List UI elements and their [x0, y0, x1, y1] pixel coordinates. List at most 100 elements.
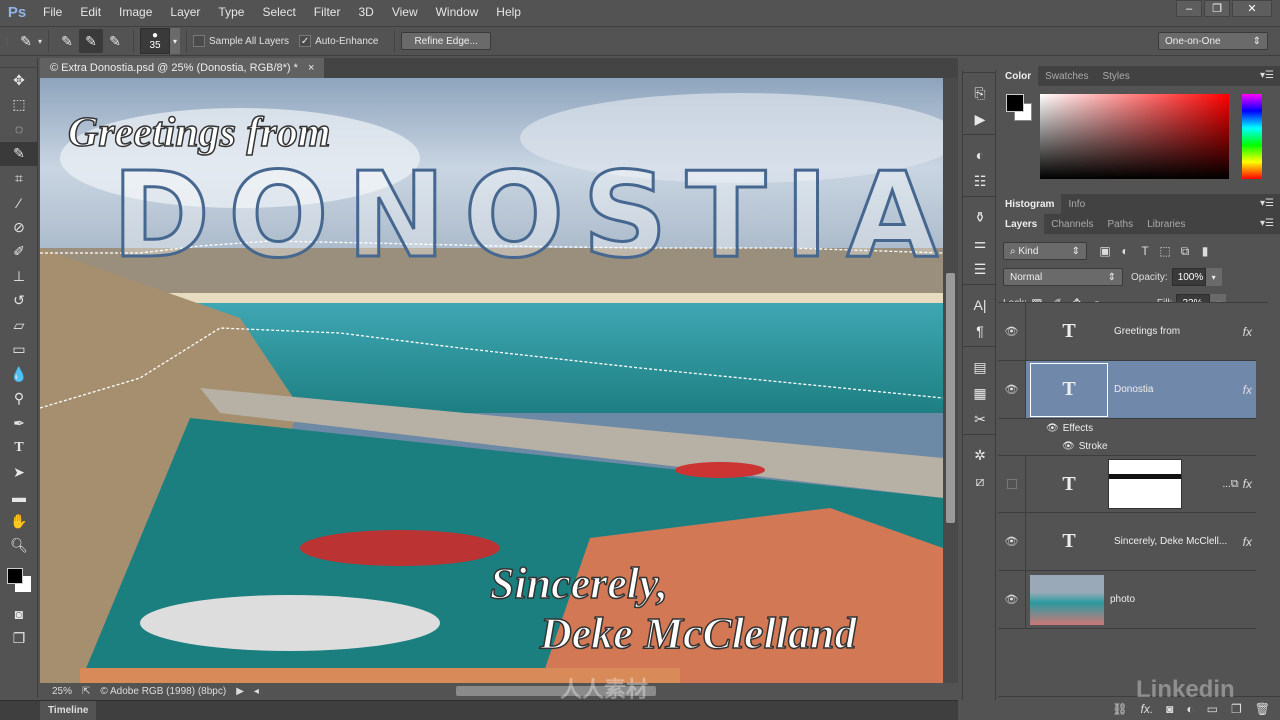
screen-mode-icon[interactable]: ❐ — [0, 627, 38, 652]
dock-grip[interactable] — [963, 196, 995, 204]
filter-smart-object-icon[interactable]: ⧉ — [1175, 244, 1195, 259]
layer-name[interactable]: ... — [1188, 479, 1230, 490]
foreground-swatch[interactable] — [1006, 94, 1024, 112]
tab-color[interactable]: Color — [998, 66, 1039, 86]
tab-channels[interactable]: Channels — [1044, 214, 1100, 234]
auto-enhance-option[interactable]: ✓ Auto-Enhance — [299, 35, 378, 47]
brush-size-picker[interactable]: ● 35 — [140, 28, 171, 54]
toolbox-grip[interactable] — [0, 58, 37, 68]
vertical-scroll-thumb[interactable] — [946, 273, 955, 523]
brush-size-dropdown[interactable]: ▾ — [170, 28, 181, 54]
fx-icon[interactable]: fx — [1243, 325, 1252, 339]
visibility-eye-icon[interactable]: 👁︎ — [998, 571, 1026, 628]
visibility-toggle-empty[interactable] — [998, 456, 1026, 512]
visibility-eye-icon[interactable]: 👁︎ — [998, 361, 1026, 418]
menu-file[interactable]: File — [34, 5, 71, 19]
stroke-effect-row[interactable]: 👁︎ Stroke — [1062, 441, 1108, 452]
tool-preset-picker[interactable]: ✎ — [14, 29, 38, 53]
menu-select[interactable]: Select — [253, 5, 304, 19]
history-brush-tool-icon[interactable]: ↺ — [0, 289, 38, 314]
dock-grip[interactable] — [963, 134, 995, 142]
eraser-tool-icon[interactable]: ▱ — [0, 313, 38, 338]
dock-grip[interactable] — [963, 72, 995, 80]
type-tool-icon[interactable]: T — [0, 436, 38, 461]
layer-name[interactable]: Donostia — [1114, 384, 1243, 395]
zoom-tool-icon[interactable]: 🔍︎ — [0, 534, 38, 559]
eyedropper-tool-icon[interactable]: ⁄ — [0, 191, 38, 216]
effects-row[interactable]: 👁︎ Effects — [1046, 423, 1093, 434]
sample-all-layers-checkbox[interactable] — [193, 35, 206, 47]
layer-name[interactable]: photo — [1110, 594, 1256, 605]
layer-row[interactable]: 👁︎ photo — [998, 571, 1256, 629]
filter-shape-icon[interactable]: ⬚ — [1155, 244, 1175, 258]
dock-grip[interactable] — [963, 434, 995, 442]
preset-dropdown-arrow-icon[interactable]: ▾ — [38, 37, 42, 46]
opacity-field[interactable]: 100% — [1171, 268, 1206, 286]
adjustments-icon[interactable]: ◐ — [963, 142, 997, 168]
tab-paths[interactable]: Paths — [1101, 214, 1141, 234]
visibility-eye-icon[interactable]: 👁︎ — [1062, 441, 1075, 452]
filter-type-icon[interactable]: T — [1135, 244, 1155, 258]
layer-name[interactable]: Greetings from — [1114, 326, 1243, 337]
link-layers-icon[interactable]: ⛓ — [1112, 702, 1127, 716]
workspace-dropdown[interactable]: One-on-One ⇕ — [1158, 32, 1268, 50]
paragraph-icon[interactable]: ¶ — [963, 318, 997, 344]
tab-info[interactable]: Info — [1061, 194, 1092, 214]
status-menu-arrow-icon[interactable]: ▶ — [236, 686, 244, 697]
tab-swatches[interactable]: Swatches — [1038, 66, 1095, 86]
tab-histogram[interactable]: Histogram — [998, 194, 1062, 214]
move-tool-icon[interactable]: ✥ — [0, 68, 38, 93]
fx-icon[interactable]: fx — [1243, 383, 1252, 397]
timeline-tab[interactable]: Timeline — [40, 701, 97, 720]
actions-play-icon[interactable]: ▶ — [963, 106, 997, 132]
layer-name[interactable]: Sincerely, Deke McClell... — [1114, 536, 1243, 547]
menu-edit[interactable]: Edit — [71, 5, 110, 19]
layer-row[interactable]: 👁︎ T Sincerely, Deke McClell... fx — [998, 513, 1256, 571]
filter-pixel-icon[interactable]: ▣ — [1095, 244, 1115, 258]
quick-selection-tool-icon[interactable]: ✎ — [0, 141, 38, 166]
panel-menu-icon[interactable]: ▾☰ — [1260, 198, 1274, 209]
comments-icon[interactable]: ▦ — [963, 380, 997, 406]
sample-all-layers-option[interactable]: Sample All Layers — [193, 35, 289, 47]
options-grip[interactable]: ⋮ — [0, 37, 14, 46]
history-icon[interactable]: ⎘ — [963, 80, 997, 106]
scroll-left-icon[interactable]: ◂ — [254, 686, 259, 697]
dock-grip[interactable] — [963, 284, 995, 292]
export-icon[interactable]: ⇱ — [82, 686, 90, 697]
zoom-level[interactable]: 25% — [52, 686, 72, 697]
fx-icon[interactable]: fx — [1243, 477, 1252, 491]
document-tab[interactable]: © Extra Donostia.psd @ 25% (Donostia, RG… — [40, 58, 325, 78]
menu-3d[interactable]: 3D — [349, 5, 382, 19]
close-document-icon[interactable]: × — [308, 62, 314, 74]
clone-stamp-tool-icon[interactable]: ⊥ — [0, 264, 38, 289]
color-picker-field[interactable] — [1040, 94, 1229, 179]
menu-window[interactable]: Window — [427, 5, 488, 19]
tab-layers[interactable]: Layers — [998, 214, 1045, 234]
panel-menu-icon[interactable]: ▾☰ — [1260, 70, 1274, 81]
visibility-eye-icon[interactable]: 👁︎ — [1046, 423, 1059, 434]
tool-presets-icon[interactable]: ✂ — [963, 406, 997, 432]
clone-source-icon[interactable]: ☰ — [963, 256, 997, 282]
menu-filter[interactable]: Filter — [305, 5, 350, 19]
filter-adjustment-icon[interactable]: ◐ — [1115, 244, 1135, 258]
close-button[interactable]: ✕ — [1232, 0, 1272, 17]
brush-presets-icon[interactable]: ⚱ — [963, 204, 997, 230]
minimize-button[interactable]: – — [1176, 0, 1202, 17]
subtract-from-selection-icon[interactable]: ✎ — [103, 29, 127, 53]
visibility-eye-icon[interactable]: 👁︎ — [998, 513, 1026, 570]
pen-tool-icon[interactable]: ✒ — [0, 411, 38, 436]
delete-layer-icon[interactable]: 🗑︎ — [1255, 702, 1270, 716]
layer-row[interactable]: 👁︎ T Donostia fx — [998, 361, 1256, 419]
brush-panel-icon[interactable]: ⚌ — [963, 230, 997, 256]
menu-type[interactable]: Type — [209, 5, 253, 19]
path-selection-tool-icon[interactable]: ➤ — [0, 460, 38, 485]
lasso-tool-icon[interactable]: ◌ — [0, 117, 38, 142]
restore-button[interactable]: ❐ — [1204, 0, 1230, 17]
brush-tool-icon[interactable]: ✐ — [0, 240, 38, 265]
foreground-color[interactable] — [7, 568, 23, 584]
add-to-selection-icon[interactable]: ✎ — [79, 29, 104, 53]
rectangle-tool-icon[interactable]: ▬ — [0, 485, 38, 510]
fx-icon[interactable]: fx — [1243, 535, 1252, 549]
refine-edge-button[interactable]: Refine Edge... — [401, 32, 491, 50]
auto-enhance-checkbox[interactable]: ✓ — [299, 35, 312, 47]
